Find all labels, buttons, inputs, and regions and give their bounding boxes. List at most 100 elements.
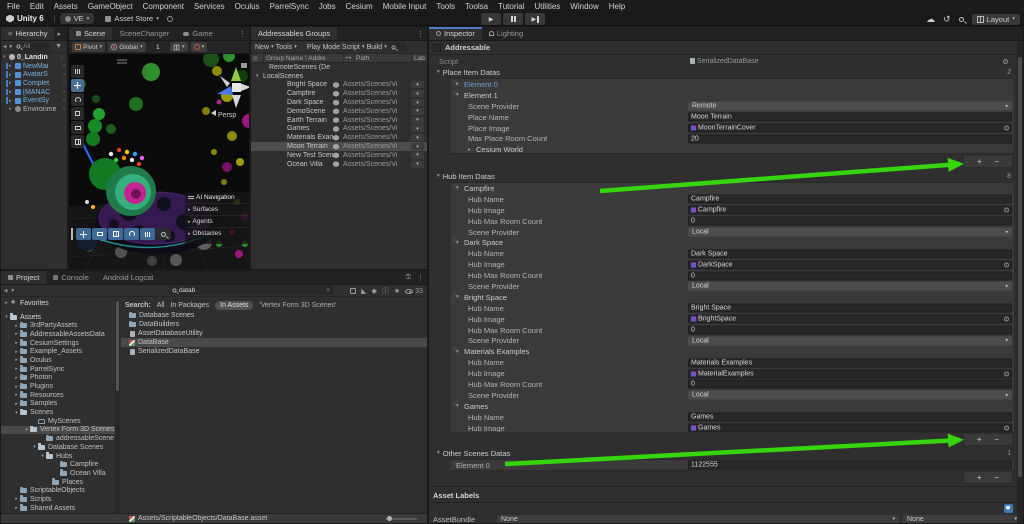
row-tail-icon[interactable] bbox=[59, 54, 67, 61]
hub-item-datas-foldout[interactable]: ▾ Hub Item Datas 8 bbox=[429, 171, 1023, 181]
menu-utilities[interactable]: Utilities bbox=[530, 2, 566, 11]
add-element-button[interactable]: + bbox=[977, 157, 982, 166]
place-item-datas-foldout[interactable]: ▾ Place Item Datas 2 bbox=[429, 67, 1023, 77]
play-mode-script-dropdown[interactable]: Play Mode Script▾ bbox=[307, 44, 365, 51]
assetbundle-variant-dropdown[interactable]: None▾ bbox=[903, 515, 1021, 524]
search-by-label-icon[interactable]: ◣ bbox=[361, 287, 366, 295]
inspector-row[interactable]: ≡ ▾ ▸ Hub Image Games Games▾ Games bbox=[450, 423, 1014, 433]
kebab-menu-icon[interactable]: ⋮ bbox=[414, 271, 427, 284]
inspector-scrollbar[interactable] bbox=[1017, 41, 1023, 523]
step-button[interactable]: ▶ bbox=[525, 13, 545, 25]
expand-arrow-icon[interactable]: ▸ bbox=[13, 375, 20, 381]
project-tree-row[interactable]: ▾ Vertex Form 3D Scenes bbox=[1, 426, 115, 435]
tab-project[interactable]: Project bbox=[1, 271, 46, 284]
add-object-button[interactable]: + bbox=[3, 42, 7, 51]
hierarchy-search-input[interactable]: All bbox=[14, 43, 50, 51]
hand-tool-button[interactable] bbox=[71, 65, 84, 78]
inspector-row[interactable]: ≡ ▾ ▸ Hub Max Room Count 0 0▾ 0 bbox=[450, 379, 1014, 390]
labels-dropdown[interactable]: ▾ bbox=[411, 108, 424, 115]
inspector-row[interactable]: ≡ ▾ ▸ Element 0 ▾ bbox=[450, 79, 1014, 90]
assetbundle-dropdown[interactable]: None▾ bbox=[497, 515, 899, 524]
expand-arrow-icon[interactable]: ▸ bbox=[13, 496, 20, 502]
inspector-row[interactable]: ≡ ▾ ▸ Hub Name Bright Space Bright Space… bbox=[450, 303, 1014, 314]
property-dropdown[interactable]: Local▾ bbox=[688, 282, 1012, 291]
tab-lighting[interactable]: Lighting bbox=[482, 27, 530, 40]
project-tree-row[interactable]: ▸ Photon bbox=[1, 374, 115, 383]
menu-mobile-input[interactable]: Mobile Input bbox=[378, 2, 432, 11]
property-input[interactable]: 1122555 bbox=[688, 461, 1012, 470]
project-tree-row[interactable]: addressableScene bbox=[1, 434, 115, 443]
menu-gameobject[interactable]: GameObject bbox=[83, 2, 138, 11]
property-object-field[interactable]: MoonTerrainCover bbox=[688, 124, 1012, 133]
scope-current-folder[interactable]: 'Vertex Form 3D Scenes' bbox=[259, 302, 336, 309]
search-result-row[interactable]: DataBase bbox=[121, 338, 427, 347]
expand-arrow-icon[interactable] bbox=[256, 73, 263, 79]
project-tree-row[interactable]: Ocean Villa bbox=[1, 469, 115, 478]
search-icon[interactable] bbox=[959, 15, 964, 24]
tab-console[interactable]: Console bbox=[46, 271, 96, 284]
addressables-row[interactable]: Materials Examp Assets/Scenes/Vi ▾ bbox=[251, 133, 427, 142]
inspector-row[interactable]: ≡ ▾ ▸ Hub Image MaterialExamples Materia… bbox=[450, 368, 1014, 379]
info-icon[interactable]: ⓘ bbox=[382, 286, 389, 296]
inspector-row[interactable]: ≡ ▾ ▸ Hub Image Campfire Campfire▾ Campf… bbox=[450, 205, 1014, 216]
menu-component[interactable]: Component bbox=[138, 2, 189, 11]
tab-inspector[interactable]: Inspector bbox=[429, 27, 482, 40]
ai-navigation-header[interactable]: AI Navigation bbox=[185, 192, 249, 203]
labels-dropdown[interactable]: ▾ bbox=[411, 117, 424, 124]
addressables-row[interactable]: Games Assets/Scenes/Vi ▾ bbox=[251, 125, 427, 134]
expand-arrow-icon[interactable]: ▸ bbox=[13, 392, 20, 398]
overlay-move-button[interactable] bbox=[76, 228, 91, 240]
addressables-row[interactable]: New Test Scene Assets/Scenes/Vi ▾ bbox=[251, 151, 427, 160]
search-result-row[interactable]: DataBuilders bbox=[121, 320, 427, 329]
new-dropdown[interactable]: New▾ bbox=[255, 44, 274, 51]
tab-hierarchy[interactable]: ≡Hierarchy bbox=[1, 27, 54, 40]
property-input[interactable]: 0 bbox=[688, 217, 1012, 226]
menu-cesium[interactable]: Cesium bbox=[341, 2, 378, 11]
foldout-arrow-icon[interactable]: ▸ bbox=[456, 81, 464, 87]
ai-nav-agents[interactable]: ▸Agents bbox=[185, 215, 249, 227]
addressables-row[interactable]: Earth Terrain Assets/Scenes/Vi ▾ bbox=[251, 116, 427, 125]
handle-rotation-toggle[interactable]: Global▾ bbox=[108, 42, 146, 52]
object-picker-icon[interactable] bbox=[1004, 126, 1009, 131]
labels-dropdown[interactable]: ▾ bbox=[411, 152, 424, 159]
tab-addressables-groups[interactable]: Addressables Groups bbox=[251, 27, 337, 40]
inspector-row[interactable]: ≡ ▾ ▸ Cesium World ▾ bbox=[450, 144, 1014, 154]
transform-tool-button[interactable] bbox=[71, 135, 84, 148]
tab-scene[interactable]: Scene bbox=[69, 27, 112, 40]
search-result-row[interactable]: Database Scenes bbox=[121, 311, 427, 320]
add-element-button[interactable]: + bbox=[977, 473, 982, 482]
column-group-name[interactable]: Group Name \ Addre bbox=[263, 54, 343, 62]
kebab-menu-icon[interactable]: ⋮ bbox=[236, 27, 249, 40]
tab-game[interactable]: Game bbox=[176, 27, 219, 40]
project-tree-row[interactable]: ▸ 3rdPartyAssets bbox=[1, 321, 115, 330]
property-object-field[interactable]: BrightSpace bbox=[688, 315, 1012, 324]
scale-tool-button[interactable] bbox=[71, 107, 84, 120]
inspector-row[interactable]: ≡ ▾ ▸ Hub Image BrightSpace BrightSpace▾… bbox=[450, 314, 1014, 325]
inspector-row[interactable]: ≡ ▾ ▸ Hub Name Campfire Campfire▾ Campfi… bbox=[450, 194, 1014, 205]
undo-history-icon[interactable]: ↺ bbox=[943, 14, 951, 25]
inspector-row[interactable]: ≡ ▾ ▸ Materials Examples ▾ bbox=[450, 346, 1014, 357]
labels-dropdown[interactable]: ▾ bbox=[411, 125, 424, 132]
project-tree-row[interactable]: MyScenes bbox=[1, 417, 115, 426]
pivot-toggle[interactable]: Pivot▾ bbox=[72, 42, 105, 52]
project-tree-row[interactable]: ▸ Resources bbox=[1, 391, 115, 400]
menu-file[interactable]: File bbox=[2, 2, 25, 11]
row-tail-icon[interactable] bbox=[63, 80, 67, 86]
drag-handle-icon[interactable]: ≡ bbox=[453, 238, 457, 244]
ai-nav-obstacles[interactable]: ▸Obstacles bbox=[185, 227, 249, 239]
tab-list-icon[interactable]: ▸ bbox=[54, 27, 64, 40]
grid-size-input[interactable]: 1 bbox=[149, 43, 167, 52]
property-object-field[interactable]: Games bbox=[688, 424, 1012, 433]
inspector-row[interactable]: ≡ ▾ ▸ Hub Name Materials Examples Materi… bbox=[450, 357, 1014, 368]
project-tree-row[interactable]: ▸ CesiumSettings bbox=[1, 339, 115, 348]
property-input[interactable]: 0 bbox=[688, 271, 1012, 280]
inspector-row[interactable]: ≡ ▾ ▸ Hub Image DarkSpace DarkSpace▾ Dar… bbox=[450, 259, 1014, 270]
clear-search-icon[interactable]: × bbox=[326, 287, 330, 294]
account-dropdown[interactable]: VE ▾ bbox=[60, 13, 95, 24]
column-arrow-icon[interactable]: ↦ bbox=[343, 54, 353, 62]
addressables-row[interactable]: Dark Space Assets/Scenes/Vi ▾ bbox=[251, 98, 427, 107]
addressables-row[interactable]: RemoteScenes (De ▾ bbox=[251, 63, 427, 72]
object-picker-icon[interactable] bbox=[1003, 59, 1008, 64]
property-input[interactable]: Materials Examples bbox=[688, 358, 1012, 367]
inspector-row[interactable]: ≡ ▾ ▸ Place Image MoonTerrainCover MoonT… bbox=[450, 123, 1014, 134]
